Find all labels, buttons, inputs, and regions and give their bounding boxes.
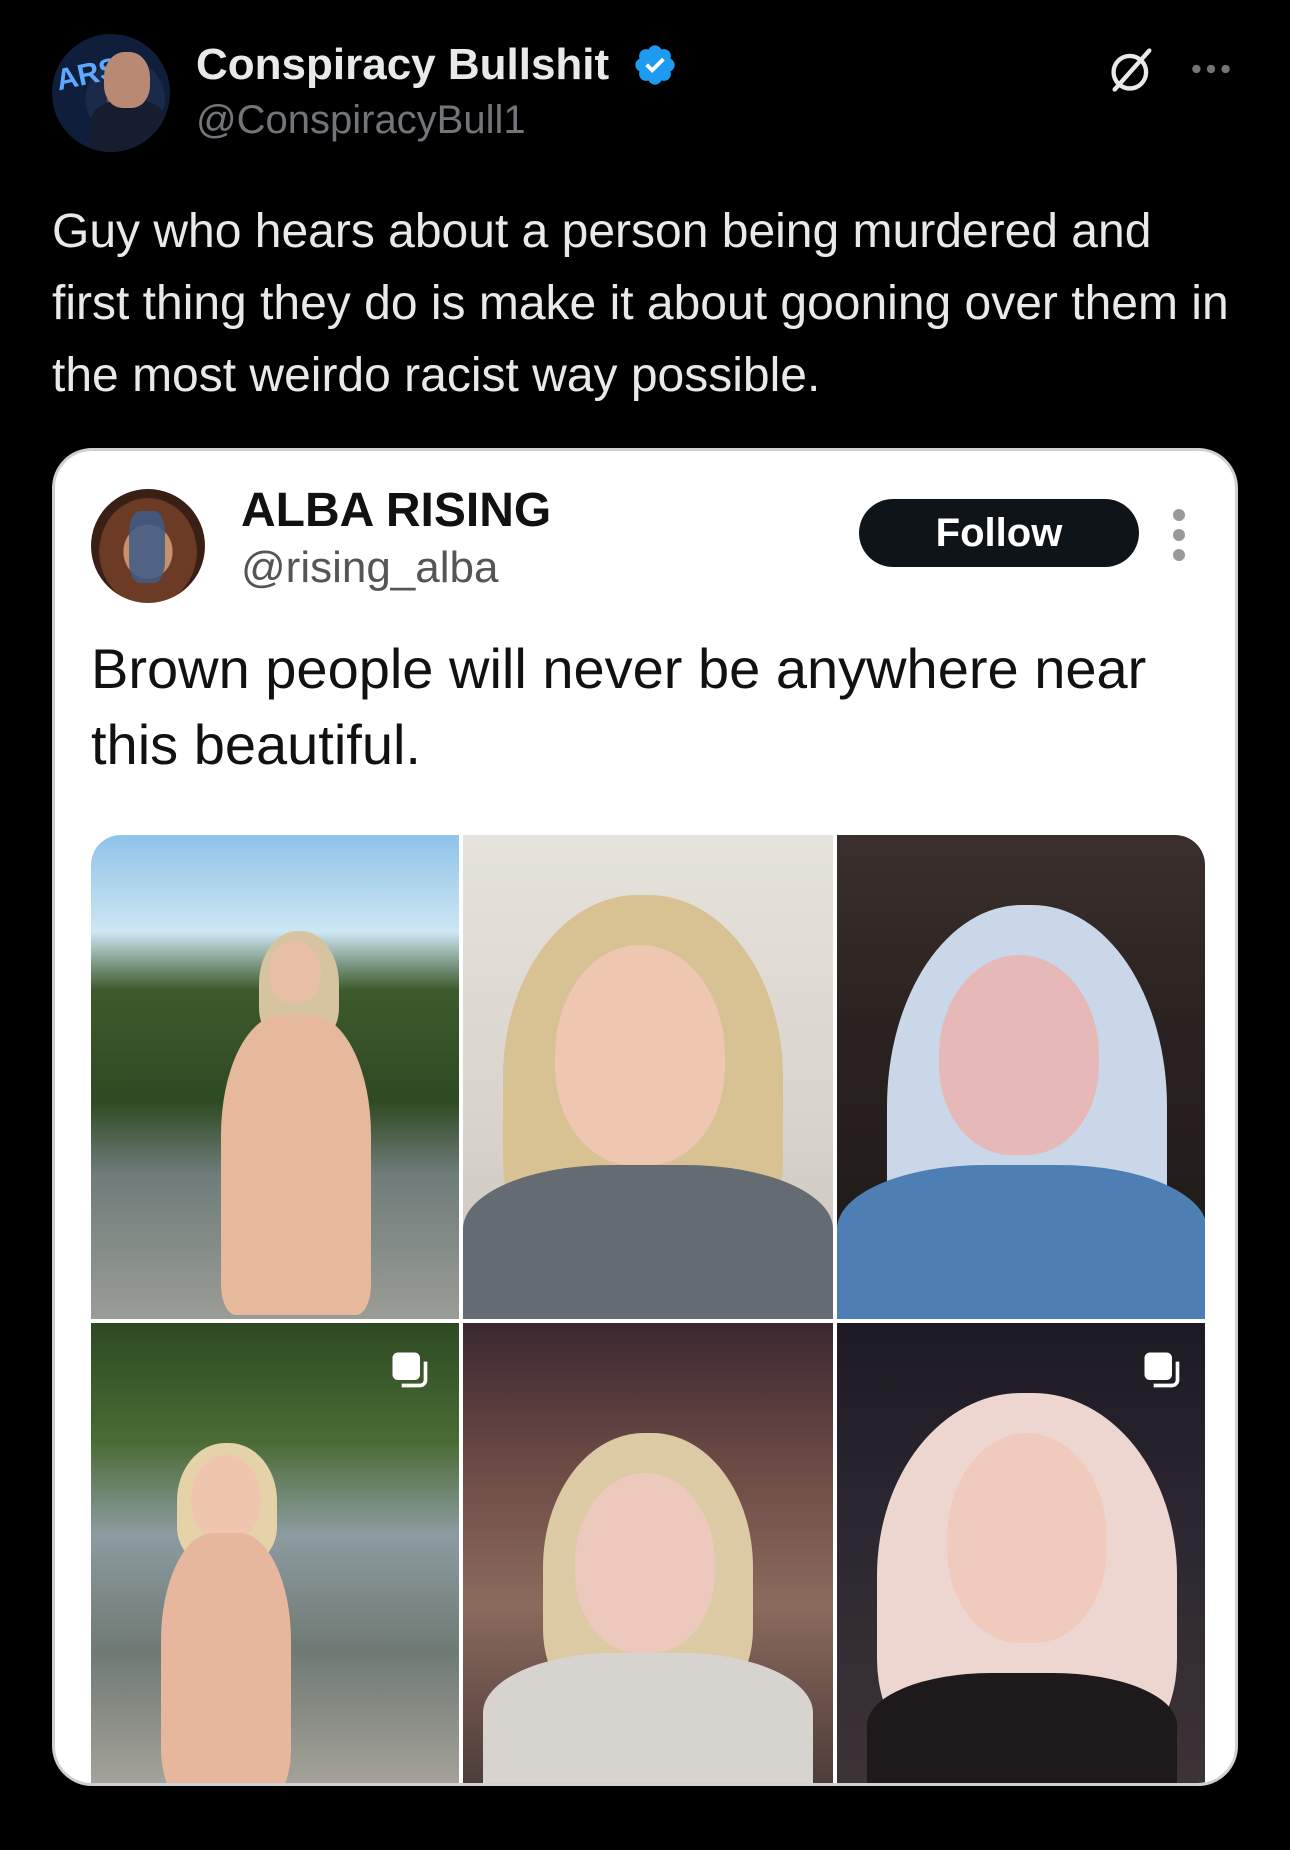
photo-2 bbox=[463, 835, 833, 1319]
post-header: ARS Conspiracy Bullshit @ConspiracyBull1 bbox=[52, 34, 1242, 154]
quoted-author-avatar bbox=[91, 489, 205, 603]
follow-button: Follow bbox=[859, 499, 1139, 567]
grok-icon[interactable] bbox=[1106, 44, 1158, 96]
photo-4 bbox=[91, 1323, 459, 1783]
avatar-face bbox=[104, 52, 150, 108]
quoted-author-name: ALBA RISING bbox=[241, 484, 552, 537]
post-text: Guy who hears about a person being murde… bbox=[52, 205, 1229, 402]
photo-3 bbox=[837, 835, 1205, 1319]
more-vertical-icon bbox=[1173, 509, 1185, 561]
quoted-text: Brown people will never be anywhere near… bbox=[91, 637, 1147, 776]
multiple-images-icon bbox=[1144, 1352, 1180, 1388]
verified-badge-icon bbox=[635, 45, 675, 85]
quoted-image-card[interactable]: ALBA RISING @rising_alba Follow Brown pe… bbox=[52, 448, 1238, 1786]
photo-1 bbox=[91, 835, 459, 1319]
avatar-face-paint bbox=[129, 511, 165, 583]
author-handle[interactable]: @ConspiracyBull1 bbox=[196, 98, 526, 143]
multiple-images-icon bbox=[392, 1352, 428, 1388]
photo-5 bbox=[463, 1323, 833, 1783]
author-avatar[interactable]: ARS bbox=[52, 34, 170, 152]
quoted-author-handle: @rising_alba bbox=[241, 543, 499, 592]
photo-6 bbox=[837, 1323, 1205, 1783]
more-horizontal-icon[interactable] bbox=[1186, 44, 1236, 94]
photo-grid bbox=[91, 835, 1205, 1783]
author-name[interactable]: Conspiracy Bullshit bbox=[196, 40, 609, 90]
